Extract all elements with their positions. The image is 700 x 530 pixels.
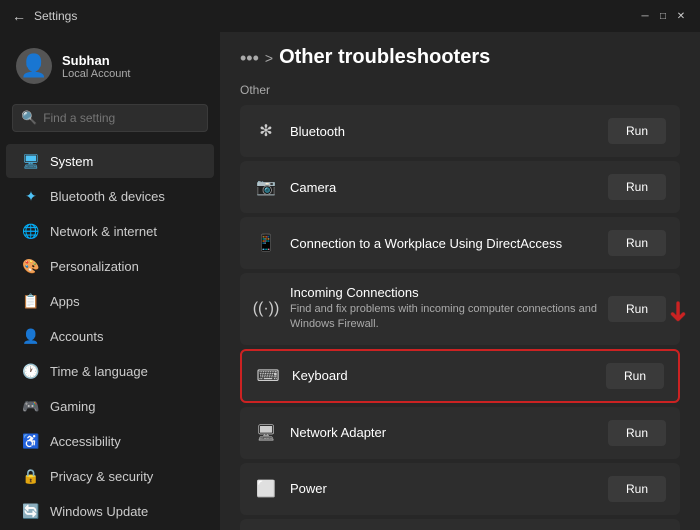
incoming-item-desc: Find and fix problems with incoming comp… bbox=[290, 302, 608, 333]
search-bar[interactable]: 🔍 bbox=[12, 104, 208, 132]
sidebar-item-bluetooth-label: Bluetooth & devices bbox=[50, 189, 165, 204]
maximize-button[interactable]: □ bbox=[656, 9, 670, 23]
sidebar-item-gaming-label: Gaming bbox=[50, 399, 96, 414]
breadcrumb-dots: ••• bbox=[240, 49, 259, 67]
sidebar-item-accounts-label: Accounts bbox=[50, 329, 103, 344]
user-account-type: Local Account bbox=[62, 68, 131, 80]
breadcrumb-title: Other troubleshooters bbox=[279, 46, 490, 69]
network-adapter-item-title: Network Adapter bbox=[290, 425, 608, 440]
close-button[interactable]: ✕ bbox=[674, 9, 688, 23]
bluetooth-icon: ✦ bbox=[22, 187, 40, 205]
network-adapter-run-button[interactable]: Run bbox=[608, 420, 666, 446]
avatar: 👤 bbox=[16, 48, 52, 84]
privacy-icon: 🔒 bbox=[22, 467, 40, 485]
minimize-button[interactable]: ─ bbox=[638, 9, 652, 23]
accounts-icon: 👤 bbox=[22, 327, 40, 345]
camera-item-text: Camera bbox=[290, 180, 608, 195]
connection-item-text: Connection to a Workplace Using DirectAc… bbox=[290, 236, 608, 251]
sidebar-item-gaming[interactable]: 🎮 Gaming bbox=[6, 389, 214, 423]
bluetooth-item-title: Bluetooth bbox=[290, 124, 608, 139]
network-adapter-item-icon: 🖥 bbox=[254, 421, 278, 445]
time-icon: 🕐 bbox=[22, 362, 40, 380]
camera-item-icon: 📷 bbox=[254, 175, 278, 199]
camera-item-title: Camera bbox=[290, 180, 608, 195]
troubleshooter-item-camera: 📷 Camera Run bbox=[240, 161, 680, 213]
camera-run-button[interactable]: Run bbox=[608, 174, 666, 200]
title-bar: ← Settings ─ □ ✕ bbox=[0, 0, 700, 32]
network-icon: 🌐 bbox=[22, 222, 40, 240]
title-bar-controls: ─ □ ✕ bbox=[638, 9, 688, 23]
incoming-item-icon: ((·)) bbox=[254, 297, 278, 321]
troubleshooter-item-keyboard: ⌨ Keyboard Run bbox=[240, 349, 680, 403]
personalization-icon: 🎨 bbox=[22, 257, 40, 275]
sidebar-item-privacy[interactable]: 🔒 Privacy & security bbox=[6, 459, 214, 493]
title-bar-title: Settings bbox=[34, 9, 77, 23]
section-label: Other bbox=[220, 79, 700, 105]
sidebar-item-update-label: Windows Update bbox=[50, 504, 148, 519]
troubleshooter-item-network-adapter: 🖥 Network Adapter Run bbox=[240, 407, 680, 459]
connection-item-icon: 📱 bbox=[254, 231, 278, 255]
sidebar-item-network-label: Network & internet bbox=[50, 224, 157, 239]
sidebar-item-update[interactable]: 🔄 Windows Update bbox=[6, 494, 214, 528]
troubleshooter-list: ✻ Bluetooth Run 📷 Camera Run 📱 Connectio… bbox=[220, 105, 700, 530]
keyboard-item-title: Keyboard bbox=[292, 368, 606, 383]
sidebar-item-privacy-label: Privacy & security bbox=[50, 469, 153, 484]
sidebar-item-time-label: Time & language bbox=[50, 364, 148, 379]
keyboard-item-icon: ⌨ bbox=[256, 364, 280, 388]
troubleshooter-item-connection: 📱 Connection to a Workplace Using Direct… bbox=[240, 217, 680, 269]
user-profile: 👤 Subhan Local Account bbox=[0, 40, 220, 100]
nav-list: 🖥 System ✦ Bluetooth & devices 🌐 Network… bbox=[0, 144, 220, 528]
troubleshooter-item-incoming: ((·)) Incoming Connections Find and fix … bbox=[240, 273, 680, 345]
update-icon: 🔄 bbox=[22, 502, 40, 520]
sidebar-item-apps-label: Apps bbox=[50, 294, 80, 309]
sidebar-item-time[interactable]: 🕐 Time & language bbox=[6, 354, 214, 388]
troubleshooter-item-power: ⬜ Power Run bbox=[240, 463, 680, 515]
search-icon: 🔍 bbox=[21, 110, 37, 126]
gaming-icon: 🎮 bbox=[22, 397, 40, 415]
bluetooth-item-text: Bluetooth bbox=[290, 124, 608, 139]
sidebar-item-network[interactable]: 🌐 Network & internet bbox=[6, 214, 214, 248]
sidebar-item-apps[interactable]: 📋 Apps bbox=[6, 284, 214, 318]
connection-item-title: Connection to a Workplace Using DirectAc… bbox=[290, 236, 608, 251]
incoming-run-button[interactable]: Run bbox=[608, 296, 666, 322]
power-item-text: Power bbox=[290, 481, 608, 496]
keyboard-run-button[interactable]: Run bbox=[606, 363, 664, 389]
troubleshooter-item-bluetooth: ✻ Bluetooth Run bbox=[240, 105, 680, 157]
back-icon[interactable]: ← bbox=[12, 8, 26, 24]
breadcrumb-separator: > bbox=[265, 50, 273, 66]
keyboard-item-text: Keyboard bbox=[292, 368, 606, 383]
power-item-title: Power bbox=[290, 481, 608, 496]
sidebar-item-personalization-label: Personalization bbox=[50, 259, 139, 274]
sidebar-item-bluetooth[interactable]: ✦ Bluetooth & devices bbox=[6, 179, 214, 213]
user-info: Subhan Local Account bbox=[62, 53, 131, 80]
bluetooth-item-icon: ✻ bbox=[254, 119, 278, 143]
bluetooth-run-button[interactable]: Run bbox=[608, 118, 666, 144]
system-icon: 🖥 bbox=[22, 152, 40, 170]
title-bar-left: ← Settings bbox=[12, 8, 77, 24]
incoming-item-text: Incoming Connections Find and fix proble… bbox=[290, 285, 608, 333]
apps-icon: 📋 bbox=[22, 292, 40, 310]
sidebar-item-system[interactable]: 🖥 System bbox=[6, 144, 214, 178]
search-input[interactable] bbox=[43, 111, 199, 125]
incoming-item-title: Incoming Connections bbox=[290, 285, 608, 300]
power-run-button[interactable]: Run bbox=[608, 476, 666, 502]
main-content: ••• > Other troubleshooters Other ✻ Blue… bbox=[220, 32, 700, 530]
user-name: Subhan bbox=[62, 53, 131, 68]
sidebar: 👤 Subhan Local Account 🔍 🖥 System ✦ Blue… bbox=[0, 32, 220, 530]
troubleshooter-item-program: 🔧 Program Compatibility Troubleshooter R… bbox=[240, 519, 680, 530]
connection-run-button[interactable]: Run bbox=[608, 230, 666, 256]
breadcrumb: ••• > Other troubleshooters bbox=[220, 32, 700, 79]
sidebar-item-accessibility-label: Accessibility bbox=[50, 434, 121, 449]
power-item-icon: ⬜ bbox=[254, 477, 278, 501]
accessibility-icon: ♿ bbox=[22, 432, 40, 450]
red-arrow-annotation: ➜ bbox=[662, 300, 695, 323]
sidebar-item-accessibility[interactable]: ♿ Accessibility bbox=[6, 424, 214, 458]
network-adapter-item-text: Network Adapter bbox=[290, 425, 608, 440]
sidebar-item-system-label: System bbox=[50, 154, 93, 169]
app-container: 👤 Subhan Local Account 🔍 🖥 System ✦ Blue… bbox=[0, 32, 700, 530]
sidebar-item-accounts[interactable]: 👤 Accounts bbox=[6, 319, 214, 353]
sidebar-item-personalization[interactable]: 🎨 Personalization bbox=[6, 249, 214, 283]
